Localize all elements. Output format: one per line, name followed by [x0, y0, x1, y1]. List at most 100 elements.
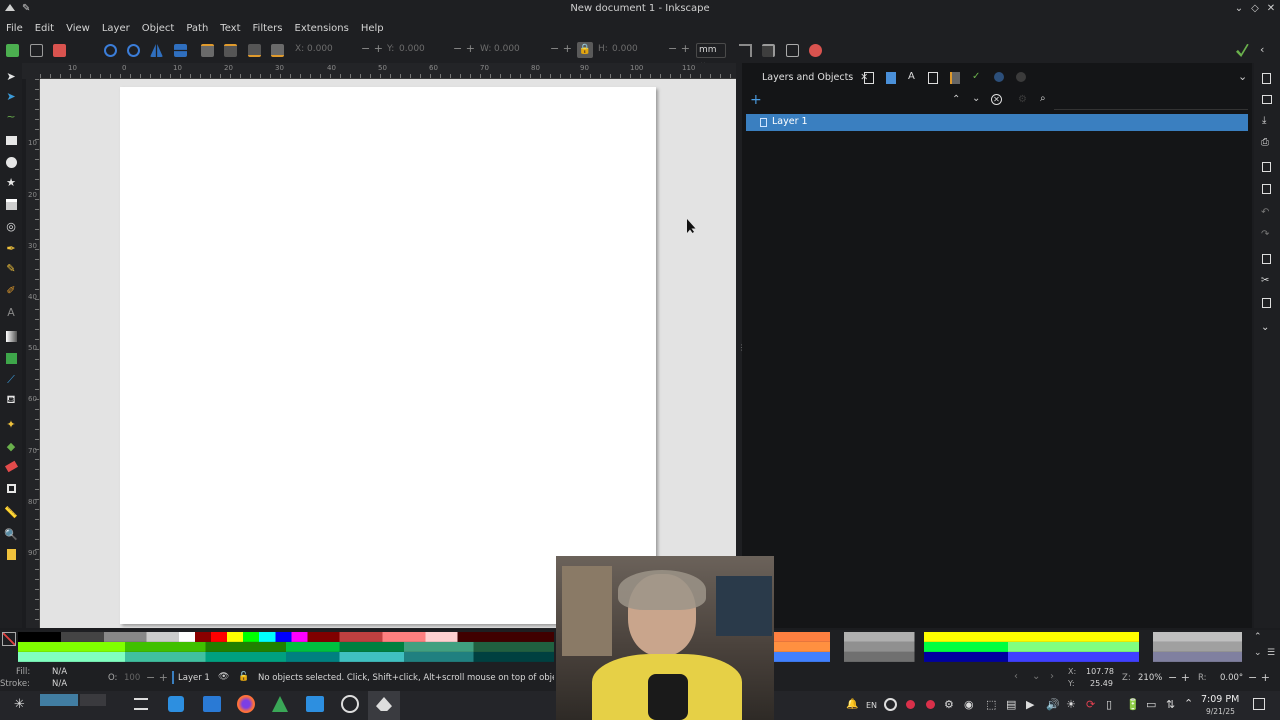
steam-icon[interactable]: ⚙	[944, 698, 954, 711]
mail-icon[interactable]	[306, 696, 324, 712]
h-field[interactable]: H: 0.000 − +	[598, 42, 690, 58]
current-layer[interactable]: Layer 1	[178, 673, 210, 683]
tray-app-icon-2[interactable]: ◉	[964, 698, 974, 711]
measure-tool-icon[interactable]: 📏	[4, 505, 18, 519]
move-patterns-icon[interactable]	[809, 44, 822, 57]
palette-swatches-left[interactable]	[18, 632, 554, 662]
update-icon[interactable]: ⟳	[1086, 698, 1095, 711]
w-field[interactable]: W: 0.000 − +	[480, 42, 572, 58]
zoom-tool-icon[interactable]: 🔍	[4, 527, 18, 541]
palette-scroll-up-icon[interactable]: ⌃	[1254, 632, 1262, 642]
document-page[interactable]	[120, 87, 656, 624]
app-launcher-icon[interactable]: ✳	[14, 697, 25, 712]
remove-layer-button[interactable]: ✕	[991, 94, 1002, 105]
snap-popover-button[interactable]: ‹	[1260, 43, 1264, 56]
transform-icon[interactable]: ✓	[972, 71, 980, 82]
y-field[interactable]: Y: 0.000 − +	[387, 42, 477, 58]
menu-file[interactable]: File	[0, 19, 29, 38]
stroke-value[interactable]: N/A	[52, 679, 67, 689]
settings-icon[interactable]: ⚙	[1018, 94, 1027, 105]
x-stepper[interactable]: − +	[361, 42, 383, 55]
scale-corners-icon[interactable]	[762, 44, 775, 57]
calligraphy-tool-icon[interactable]: ✐	[4, 283, 18, 297]
vertical-ruler[interactable]: 10 20 30 40 50 60 70 80 90	[26, 79, 40, 628]
menu-extensions[interactable]: Extensions	[289, 19, 355, 38]
search-input[interactable]	[1054, 92, 1248, 110]
move-gradients-icon[interactable]	[786, 44, 799, 57]
brightness-icon[interactable]: ☀	[1066, 698, 1076, 711]
pen-tool-icon[interactable]: ✒	[4, 241, 18, 255]
pager-widget[interactable]	[40, 694, 78, 706]
selector-tool-icon[interactable]: ➤	[4, 69, 18, 83]
export-icon[interactable]	[928, 72, 938, 84]
rectangle-tool-icon[interactable]	[4, 133, 18, 147]
shape-builder-tool-icon[interactable]: ◆	[4, 439, 18, 453]
swatches-icon[interactable]	[1016, 72, 1026, 82]
media-play-icon[interactable]: ▶	[1026, 698, 1034, 711]
firefox-icon[interactable]	[237, 695, 255, 713]
ellipse-tool-icon[interactable]	[4, 155, 18, 169]
page-prev-icon[interactable]: ‹	[1014, 671, 1018, 682]
clock-time[interactable]: 7:09 PM	[1201, 694, 1239, 705]
fill-stroke-icon[interactable]	[886, 72, 896, 84]
record-indicator-icon[interactable]	[906, 700, 915, 709]
snap-toggle-icon[interactable]	[1236, 44, 1249, 57]
open-document-icon[interactable]	[1262, 95, 1272, 104]
minimize-button[interactable]: ⌄	[1232, 2, 1246, 16]
text-font-icon[interactable]: A	[908, 71, 915, 82]
pager-widget-2[interactable]	[80, 694, 106, 706]
raise-icon[interactable]	[224, 44, 237, 57]
layer-row[interactable]: Layer 1	[746, 114, 1248, 131]
h-stepper[interactable]: − +	[668, 42, 690, 55]
tray-app-icon-1[interactable]	[884, 698, 897, 711]
3d-box-tool-icon[interactable]	[4, 197, 18, 211]
y-stepper[interactable]: − +	[453, 42, 475, 55]
store-icon[interactable]	[168, 696, 184, 712]
palette-menu-icon[interactable]: ☰	[1267, 648, 1275, 658]
keyboard-language[interactable]: EN	[866, 701, 877, 710]
lower-icon[interactable]	[248, 44, 261, 57]
unit-select[interactable]: mm ⌄	[696, 43, 726, 68]
x-field[interactable]: X: 0.000 − +	[295, 42, 385, 58]
redo-icon[interactable]: ↷	[1261, 229, 1269, 240]
device-icon[interactable]: ▯	[1106, 698, 1112, 711]
fill-value[interactable]: N/A	[52, 667, 67, 677]
menu-layer[interactable]: Layer	[96, 19, 136, 38]
node-tool-icon[interactable]: ➤	[4, 89, 18, 103]
menu-edit[interactable]: Edit	[29, 19, 60, 38]
clipboard-icon[interactable]: ▤	[1006, 698, 1016, 711]
layer-visibility-icon[interactable]: 👁	[218, 672, 229, 682]
menu-help[interactable]: Help	[355, 19, 390, 38]
lower-to-bottom-icon[interactable]	[271, 44, 284, 57]
close-window-button[interactable]: ✕	[1264, 2, 1278, 16]
zoom-value[interactable]: 210%	[1138, 673, 1162, 683]
page-menu-icon[interactable]: ⌄	[1032, 671, 1040, 682]
save-icon[interactable]: ⤓	[1262, 115, 1266, 126]
rotate-ccw-icon[interactable]	[104, 44, 117, 57]
cut-icon[interactable]: ✂	[1261, 275, 1269, 286]
paint-bucket-tool-icon[interactable]: ⛾	[4, 393, 18, 407]
layer-lock-icon[interactable]: 🔓	[238, 672, 249, 682]
maximize-button[interactable]: ◇	[1248, 2, 1262, 16]
rotation-value[interactable]: 0.00°	[1220, 673, 1243, 683]
menu-view[interactable]: View	[60, 19, 96, 38]
pages-tool-icon[interactable]	[4, 547, 18, 561]
lock-ratio-button[interactable]: 🔒	[577, 42, 593, 58]
new-document-icon[interactable]	[1262, 73, 1271, 84]
flip-vertical-icon[interactable]	[174, 44, 187, 57]
deselect-icon[interactable]	[53, 44, 66, 57]
move-down-button[interactable]: ⌄	[972, 93, 980, 104]
volume-icon[interactable]: 🔊	[1046, 698, 1060, 711]
export-doc-icon[interactable]	[1262, 184, 1271, 194]
text-tool-icon[interactable]: A	[4, 305, 18, 319]
pencil-tool-icon[interactable]: ✎	[4, 261, 18, 275]
import-icon[interactable]	[1262, 162, 1271, 172]
document-properties-icon[interactable]	[864, 72, 874, 84]
notification-bell-icon[interactable]: 🔔	[846, 699, 858, 710]
flip-horizontal-icon[interactable]	[150, 44, 163, 57]
symbols-icon[interactable]	[994, 72, 1004, 82]
dock-menu-chevron-icon[interactable]: ⌄	[1238, 70, 1247, 83]
screenshot-icon[interactable]: ⬚	[986, 698, 996, 711]
dropper-tool-icon[interactable]: ⟋	[4, 373, 18, 387]
zoom-stepper[interactable]: − +	[1168, 671, 1190, 684]
